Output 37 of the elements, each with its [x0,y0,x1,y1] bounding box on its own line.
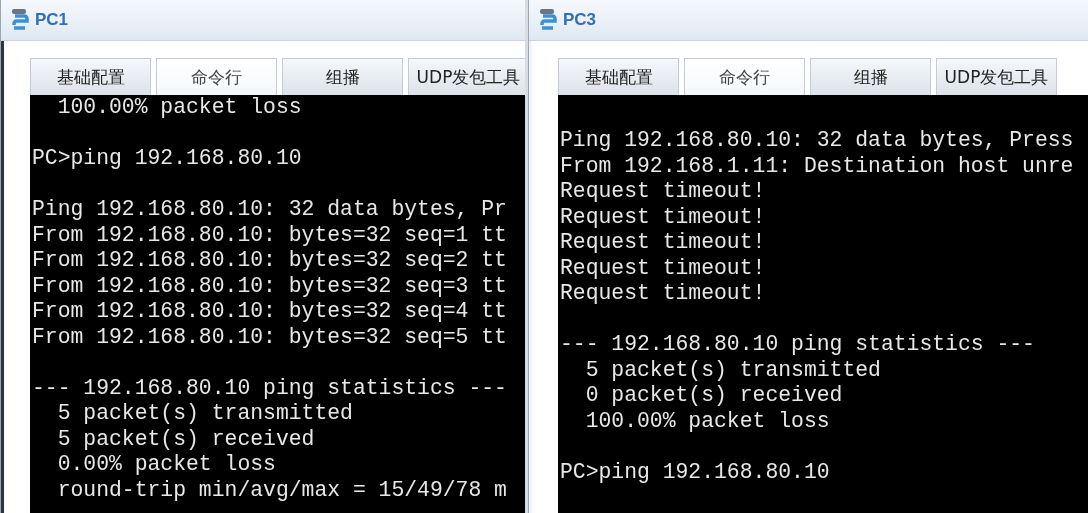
tab[interactable]: UDP发包工具 [936,58,1057,95]
network-icon [9,8,31,32]
terminal-line: From 192.168.80.10: bytes=32 seq=4 tt [32,299,508,325]
tab[interactable]: 命令行 [684,58,805,95]
terminal-line: PC>ping 192.168.80.10 [32,146,303,172]
tab[interactable]: 基础配置 [558,58,679,95]
terminal-line: Ping 192.168.80.10: 32 data bytes, Pr [32,197,508,223]
terminal-line: 100.00% packet loss [56,95,303,121]
terminal-line: Request timeout! [560,281,767,307]
terminal-line: PC>ping 192.168.80.10 [560,459,831,485]
terminal-line: Ping 192.168.80.10: 32 data bytes, Press [560,128,1075,154]
tab[interactable]: 组播 [810,58,931,95]
terminal-line: 5 packet(s) received [56,426,316,452]
terminal-line: From 192.168.1.11: Destination host unre [560,153,1075,179]
tab[interactable]: 命令行 [156,58,277,95]
terminal-line: Request timeout! [560,204,767,230]
terminal-line: 5 packet(s) transmitted [56,401,354,427]
terminal-line: 0.00% packet loss [56,452,277,478]
terminal-line: 5 packet(s) transmitted [584,357,882,383]
terminal-line: 100.00% packet loss [584,408,831,434]
terminal-line: Request timeout! [560,230,767,256]
window-title: PC1 [35,10,69,30]
tab[interactable]: 基础配置 [30,58,151,95]
terminal-line: From 192.168.80.10: bytes=32 seq=3 tt [32,273,508,299]
terminal-line: From 192.168.80.10: bytes=32 seq=5 tt [32,324,508,350]
terminal-line: From 192.168.80.10: bytes=32 seq=1 tt [32,222,508,248]
terminal-line: From 192.168.80.10: bytes=32 seq=2 tt [32,248,508,274]
terminal-line: --- 192.168.80.10 ping statistics --- [560,332,1036,358]
terminal-line: 0 packet(s) received [584,383,844,409]
terminal-line: --- 192.168.80.10 ping statistics --- [32,375,508,401]
terminal-line: round-trip min/avg/max = 15/49/78 m [56,477,508,503]
network-icon [537,8,559,32]
tab[interactable]: UDP发包工具 [408,58,525,95]
terminal-line: Request timeout! [560,179,767,205]
terminal-line: Request timeout! [560,255,767,281]
tab[interactable]: 组播 [282,58,403,95]
window-title: PC3 [563,10,597,30]
